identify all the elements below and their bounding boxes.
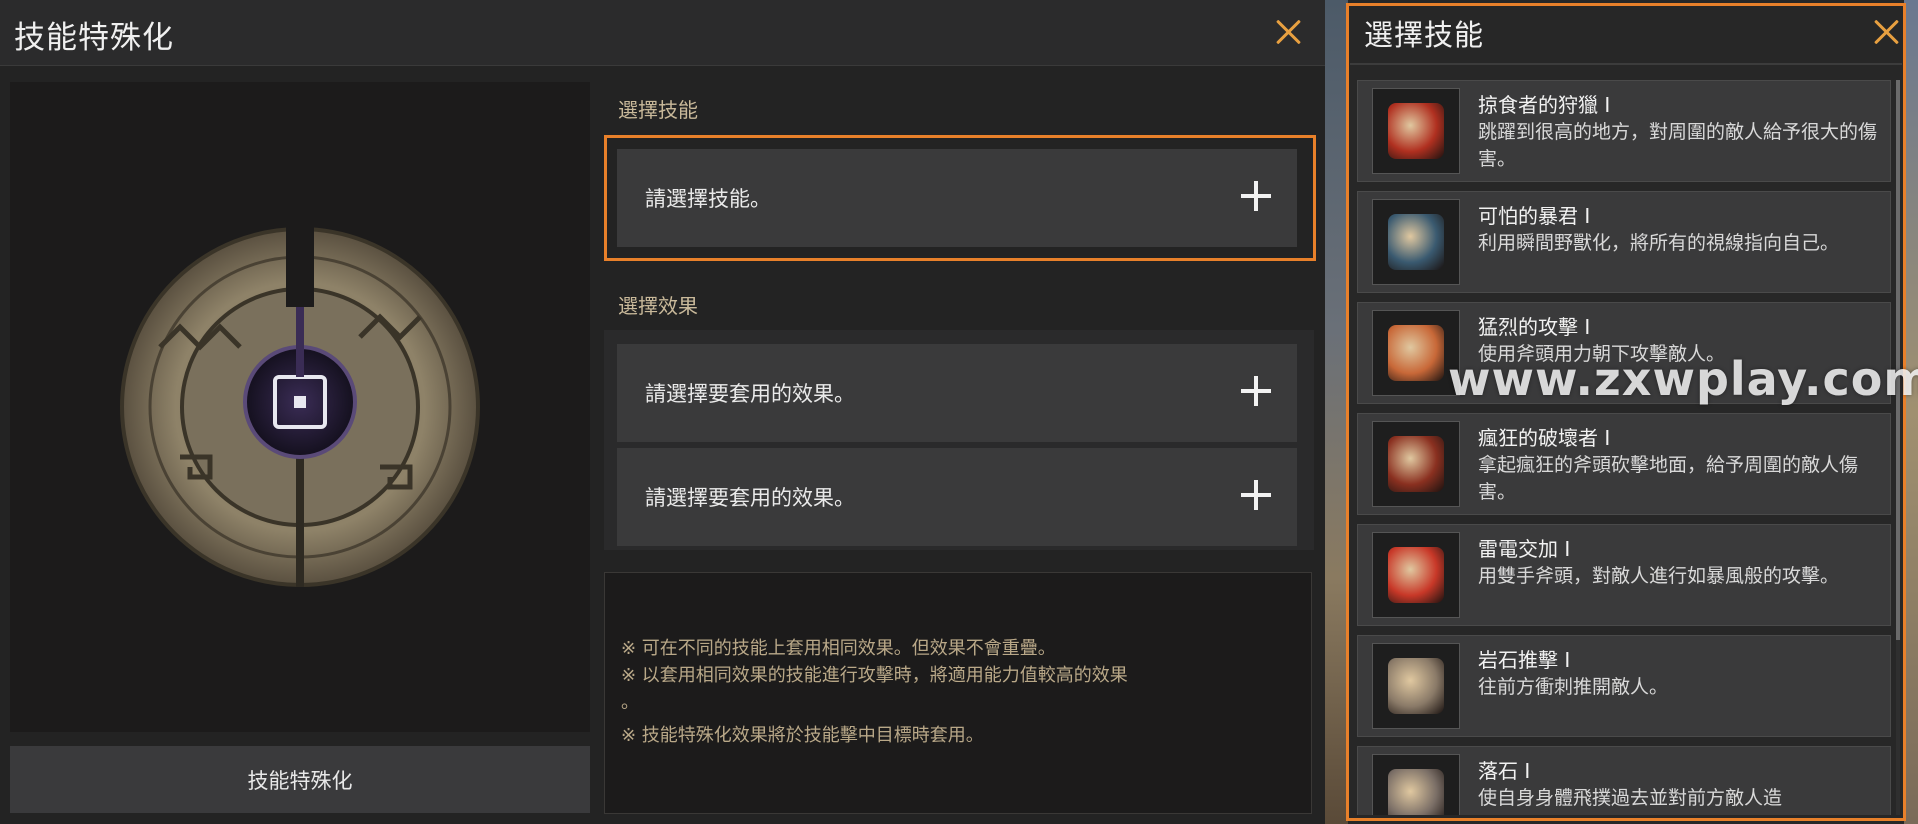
notes-panel: ※ 可在不同的技能上套用相同效果。但效果不會重疊。 ※ 以套用相同效果的技能進行…	[604, 572, 1312, 814]
effect-slot-text: 請選擇要套用的效果。	[645, 486, 855, 510]
skill-slot[interactable]: 請選擇技能。	[617, 149, 1297, 247]
select-skill-label: 選擇技能	[618, 98, 698, 122]
note-line: ※ 可在不同的技能上套用相同效果。但效果不會重疊。	[621, 638, 1056, 659]
effect-slot-2[interactable]: 請選擇要套用的效果。	[617, 448, 1297, 546]
skill-specialization-window: 技能特殊化 技能特殊化 選擇技能 請選擇技能。 選擇效果 請選擇要套用的效果。 …	[0, 0, 1325, 824]
select-effect-label: 選擇效果	[618, 294, 698, 318]
watermark-text: www.zxwplay.com	[1448, 352, 1918, 406]
plus-icon	[1241, 376, 1271, 406]
effect-slot-1[interactable]: 請選擇要套用的效果。	[617, 344, 1297, 442]
effect-slot-text: 請選擇要套用的效果。	[645, 382, 855, 406]
specialization-emblem-panel	[10, 82, 590, 732]
plus-icon	[1241, 480, 1271, 510]
note-line: ※ 以套用相同效果的技能進行攻擊時，將適用能力值較高的效果	[621, 665, 1128, 686]
note-line: ※ 技能特殊化效果將於技能擊中目標時套用。	[621, 725, 984, 746]
skill-slot-text: 請選擇技能。	[645, 187, 771, 211]
skill-picker-highlight	[1346, 3, 1906, 821]
close-icon[interactable]	[1270, 14, 1306, 50]
note-line: 。	[621, 692, 639, 713]
window-titlebar: 技能特殊化	[0, 0, 1325, 66]
window-title: 技能特殊化	[14, 20, 174, 56]
specialize-button[interactable]: 技能特殊化	[10, 746, 590, 813]
plus-icon	[1241, 181, 1271, 211]
specialization-emblem-icon	[120, 227, 480, 587]
